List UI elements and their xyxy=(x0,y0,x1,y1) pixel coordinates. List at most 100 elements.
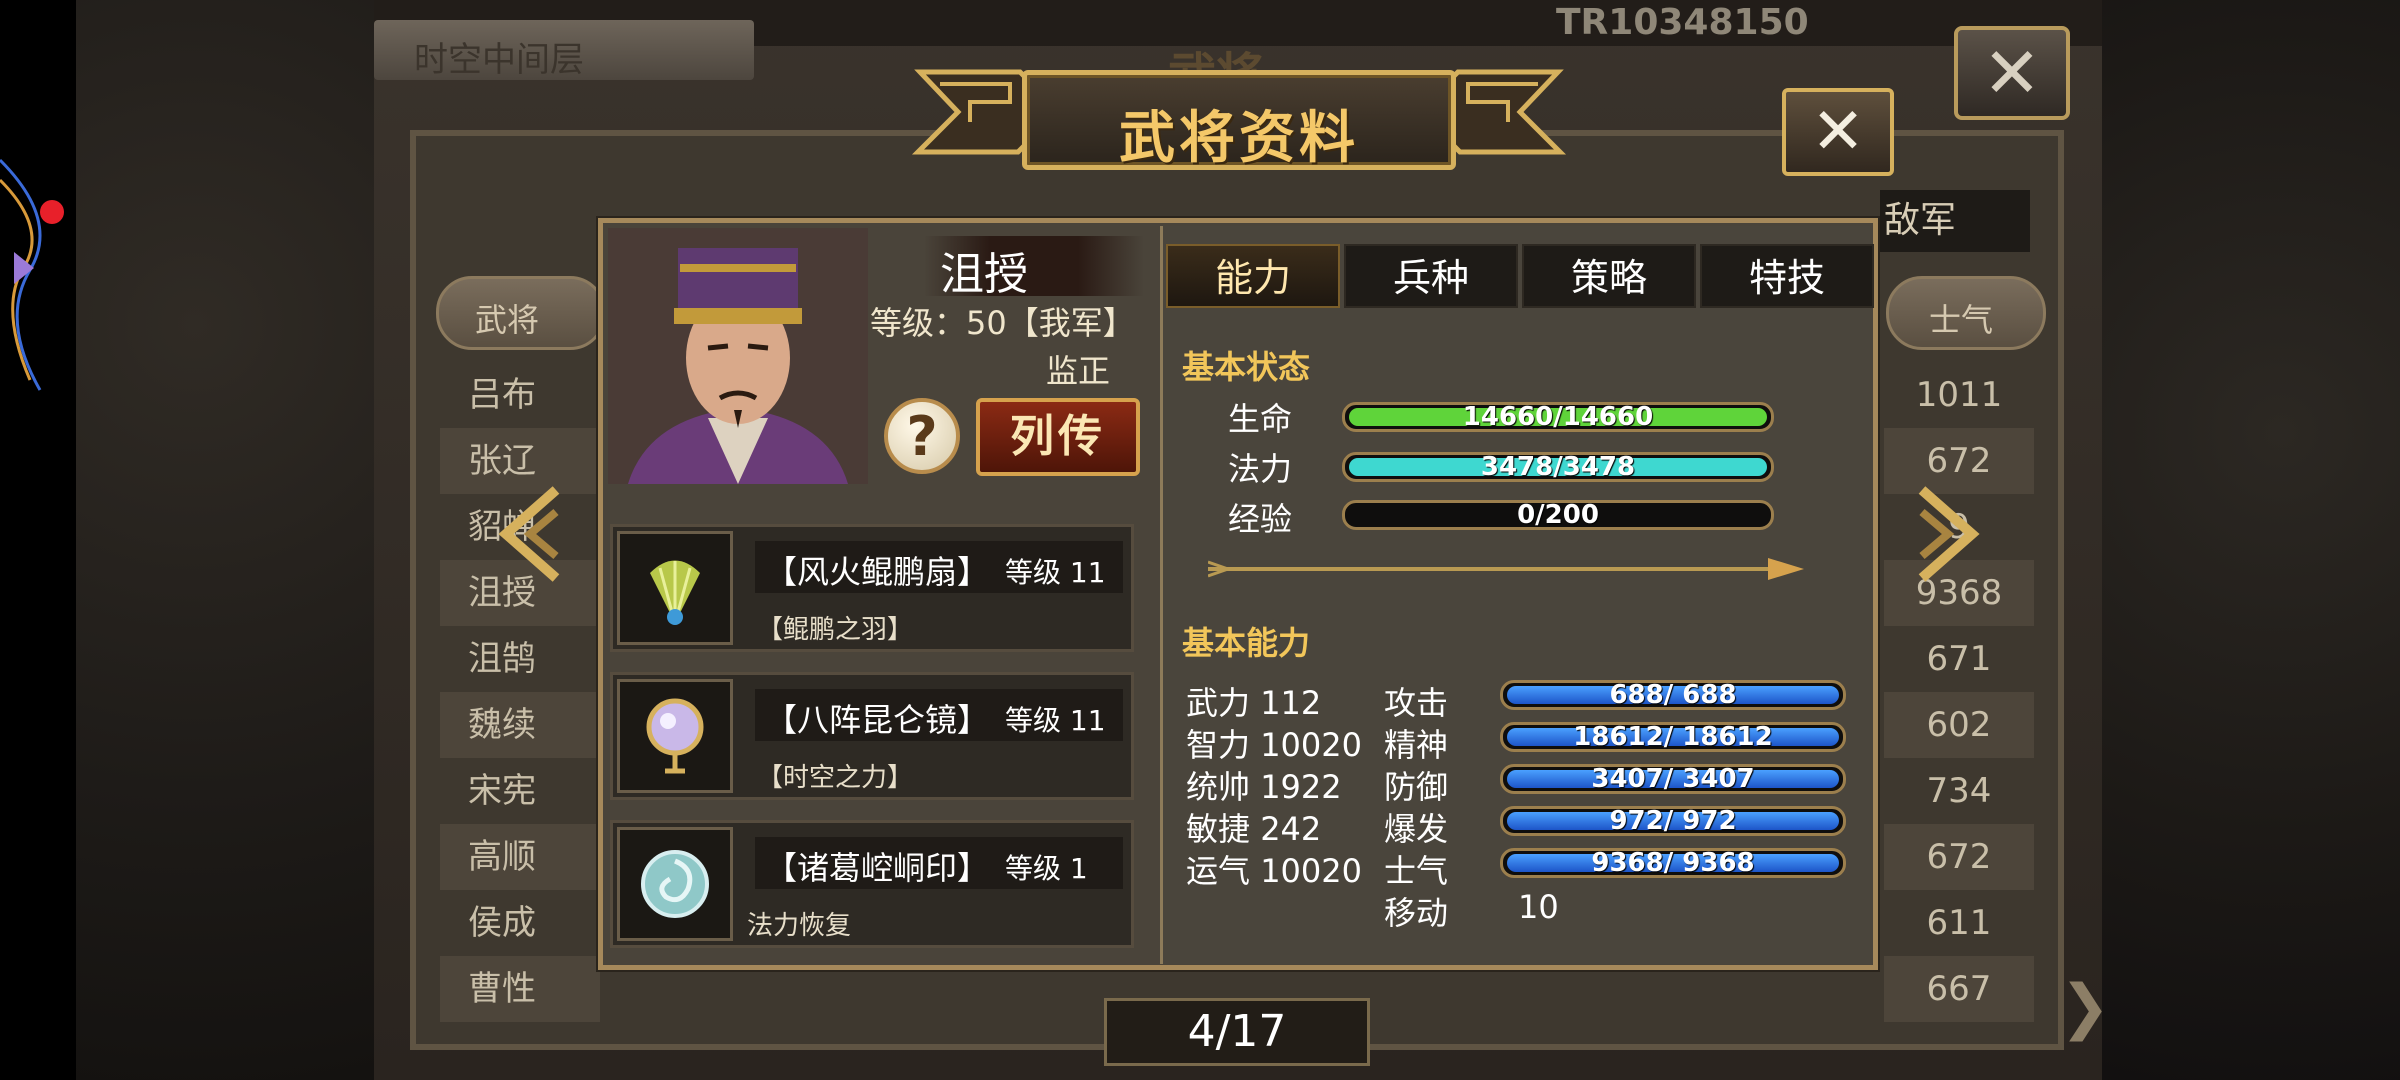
stat-move-label: 移动 xyxy=(1384,894,1449,932)
column-header-morale[interactable]: 士气 xyxy=(1886,276,2046,350)
general-list-item[interactable]: 侯成 xyxy=(440,890,600,956)
attack-bar: 688/ 688 xyxy=(1500,680,1846,710)
mp-label: 法力 xyxy=(1228,450,1293,488)
hero-name: 沮授 xyxy=(940,249,1028,300)
attr-label: 敏捷 xyxy=(1186,810,1251,848)
equipment-description: 【鲲鹏之羽】 xyxy=(757,615,914,645)
morale-list-item: 611 xyxy=(1926,903,1992,943)
attr-luck: 运气 10020 xyxy=(1186,846,1362,892)
biography-button[interactable]: 列传 xyxy=(976,398,1140,476)
exp-value: 0/200 xyxy=(1517,500,1599,530)
hp-label: 生命 xyxy=(1228,400,1293,438)
morale-list-item: 667 xyxy=(1884,956,2034,1022)
background-tab-title: 时空中间层 xyxy=(374,20,754,80)
defense-bar: 3407/ 3407 xyxy=(1500,764,1846,794)
column-header-morale-label: 士气 xyxy=(1929,301,1994,339)
page-indicator: 4/17 xyxy=(1104,998,1370,1066)
burst-bar: 972/ 972 xyxy=(1500,806,1846,836)
stat-morale-label: 士气 xyxy=(1384,852,1449,890)
attr-intelligence: 智力 10020 xyxy=(1186,720,1362,766)
right-backdrop xyxy=(2102,0,2400,1080)
previous-general-arrow-icon[interactable] xyxy=(496,486,566,582)
general-list-item[interactable]: 沮鹄 xyxy=(440,626,600,692)
modal-close-button[interactable]: ✕ xyxy=(1782,88,1894,176)
attack-value: 688/ 688 xyxy=(1609,680,1737,710)
modal-title: 武将资料 xyxy=(1119,106,1359,171)
background-close-button[interactable]: ✕ xyxy=(1954,26,2070,120)
equipment-slot[interactable]: 【风火鲲鹏扇】 等级 11 【鲲鹏之羽】 xyxy=(610,524,1134,652)
edge-swipe-icon xyxy=(0,158,42,391)
modal-title-plate: 武将资料 xyxy=(1022,70,1456,171)
attr-label: 智力 xyxy=(1186,726,1251,764)
attr-value: 242 xyxy=(1260,810,1322,848)
equipment-description: 【时空之力】 xyxy=(757,763,914,793)
exp-bar: 0/200 xyxy=(1342,500,1774,530)
hero-portrait-image xyxy=(608,228,868,484)
attr-value: 10020 xyxy=(1260,726,1362,764)
attr-strength: 武力 112 xyxy=(1186,678,1321,724)
general-list-item[interactable]: 高顺 xyxy=(440,824,600,890)
equipment-description: 法力恢复 xyxy=(747,911,852,941)
feather-fan-icon xyxy=(617,531,733,645)
tab-special-skill[interactable]: 特技 xyxy=(1700,244,1874,308)
hero-level: 等级：50【我军】 xyxy=(870,304,1135,342)
equipment-slot[interactable]: 【八阵昆仑镜】 等级 11 【时空之力】 xyxy=(610,672,1134,800)
equipment-level: 等级 1 xyxy=(1005,852,1088,885)
spirit-value: 18612/ 18612 xyxy=(1573,722,1773,752)
equipment-slot[interactable]: 【诸葛崆峒印】 等级 1 法力恢复 xyxy=(610,820,1134,948)
spirit-bar: 18612/ 18612 xyxy=(1500,722,1846,752)
general-list-item[interactable]: 宋宪 xyxy=(440,758,600,824)
column-header-general[interactable]: 武将 xyxy=(436,276,606,350)
equipment-name-box: 【八阵昆仑镜】 等级 11 xyxy=(755,689,1123,741)
equipment-name-box: 【风火鲲鹏扇】 等级 11 xyxy=(755,541,1123,593)
equipment-name: 【诸葛崆峒印】 xyxy=(765,849,990,887)
exp-label: 经验 xyxy=(1228,500,1293,538)
help-button[interactable]: ? xyxy=(884,398,960,474)
general-list-item[interactable]: 吕布 xyxy=(440,362,600,428)
stat-spirit-label: 精神 xyxy=(1384,726,1449,764)
attr-label: 运气 xyxy=(1186,852,1251,890)
morale-list-item: 734 xyxy=(1926,771,1992,811)
tab-ability[interactable]: 能力 xyxy=(1166,244,1340,308)
arrow-divider-icon xyxy=(1208,558,1804,580)
general-list-item[interactable]: 魏续 xyxy=(440,692,600,758)
general-list-item[interactable]: 曹性 xyxy=(440,956,600,1022)
hero-portrait xyxy=(608,228,868,484)
attr-label: 武力 xyxy=(1186,684,1251,722)
morale-value-list: 1011 672 9 9368 671 602 734 672 611 667 xyxy=(1884,362,2034,1022)
equipment-level: 等级 11 xyxy=(1005,556,1106,589)
attr-label: 统帅 xyxy=(1186,768,1251,806)
morale-list-item: 672 xyxy=(1884,428,2034,494)
attr-command: 统帅 1922 xyxy=(1186,762,1342,808)
equipment-name: 【八阵昆仑镜】 xyxy=(765,701,990,739)
recording-indicator xyxy=(40,200,64,224)
morale-list-item: 672 xyxy=(1884,824,2034,890)
basic-ability-title: 基本能力 xyxy=(1182,624,1311,662)
next-general-arrow-icon[interactable] xyxy=(1912,486,1982,582)
mp-value: 3478/3478 xyxy=(1480,452,1636,482)
general-list-item[interactable]: 张辽 xyxy=(440,428,600,494)
hp-value: 14660/14660 xyxy=(1462,402,1654,432)
system-edge-strip xyxy=(0,0,76,1080)
mp-bar: 3478/3478 xyxy=(1342,452,1774,482)
crystal-mirror-icon xyxy=(617,679,733,793)
left-backdrop xyxy=(76,0,374,1080)
hero-job-title: 监正 xyxy=(1046,352,1111,390)
basic-status-title: 基本状态 xyxy=(1182,348,1311,386)
stat-move-value: 10 xyxy=(1518,888,1559,926)
enemy-label: 敌军 xyxy=(1880,190,2030,252)
tab-strategy[interactable]: 策略 xyxy=(1522,244,1696,308)
stat-defense-label: 防御 xyxy=(1384,768,1449,806)
equipment-level: 等级 11 xyxy=(1005,704,1106,737)
equipment-name-box: 【诸葛崆峒印】 等级 1 xyxy=(755,837,1123,889)
defense-value: 3407/ 3407 xyxy=(1591,764,1755,794)
jade-seal-icon xyxy=(617,827,733,941)
attr-value: 10020 xyxy=(1260,852,1362,890)
stat-burst-label: 爆发 xyxy=(1384,810,1449,848)
morale-value: 9368/ 9368 xyxy=(1591,848,1755,878)
general-name-list: 吕布 张辽 貂蝉 沮授 沮鹄 魏续 宋宪 高顺 侯成 曹性 xyxy=(440,362,600,1022)
morale-bar: 9368/ 9368 xyxy=(1500,848,1846,878)
background-scroll-right-icon[interactable]: ❯ xyxy=(2060,972,2110,1042)
tab-troop-type[interactable]: 兵种 xyxy=(1344,244,1518,308)
attr-agility: 敏捷 242 xyxy=(1186,804,1321,850)
